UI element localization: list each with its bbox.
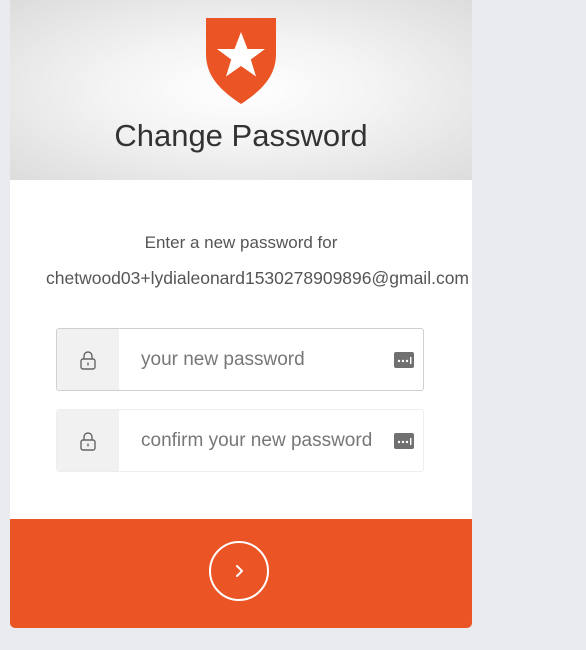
password-manager-icon[interactable]: [394, 352, 414, 368]
change-password-widget: Change Password Enter a new password for: [10, 0, 472, 628]
confirm-password-input[interactable]: [119, 410, 387, 471]
widget-header: Change Password: [10, 0, 472, 180]
submit-button[interactable]: [10, 519, 472, 628]
new-password-field: [56, 328, 424, 391]
account-email: chetwood03+lydialeonard1530278909896@gma…: [46, 268, 469, 288]
lock-icon: [80, 432, 96, 451]
page-title: Change Password: [114, 118, 368, 153]
submit-circle: [209, 541, 269, 601]
instruction-text: Enter a new password for: [144, 233, 338, 252]
chevron-right-icon: [236, 565, 243, 577]
new-password-icon-cell: [57, 329, 119, 390]
auth0-logo-icon: [206, 18, 276, 104]
confirm-password-icon-cell: [57, 410, 119, 471]
lock-icon: [80, 351, 96, 370]
new-password-input[interactable]: [119, 329, 387, 390]
confirm-password-field: [56, 409, 424, 472]
password-manager-icon[interactable]: [394, 433, 414, 449]
